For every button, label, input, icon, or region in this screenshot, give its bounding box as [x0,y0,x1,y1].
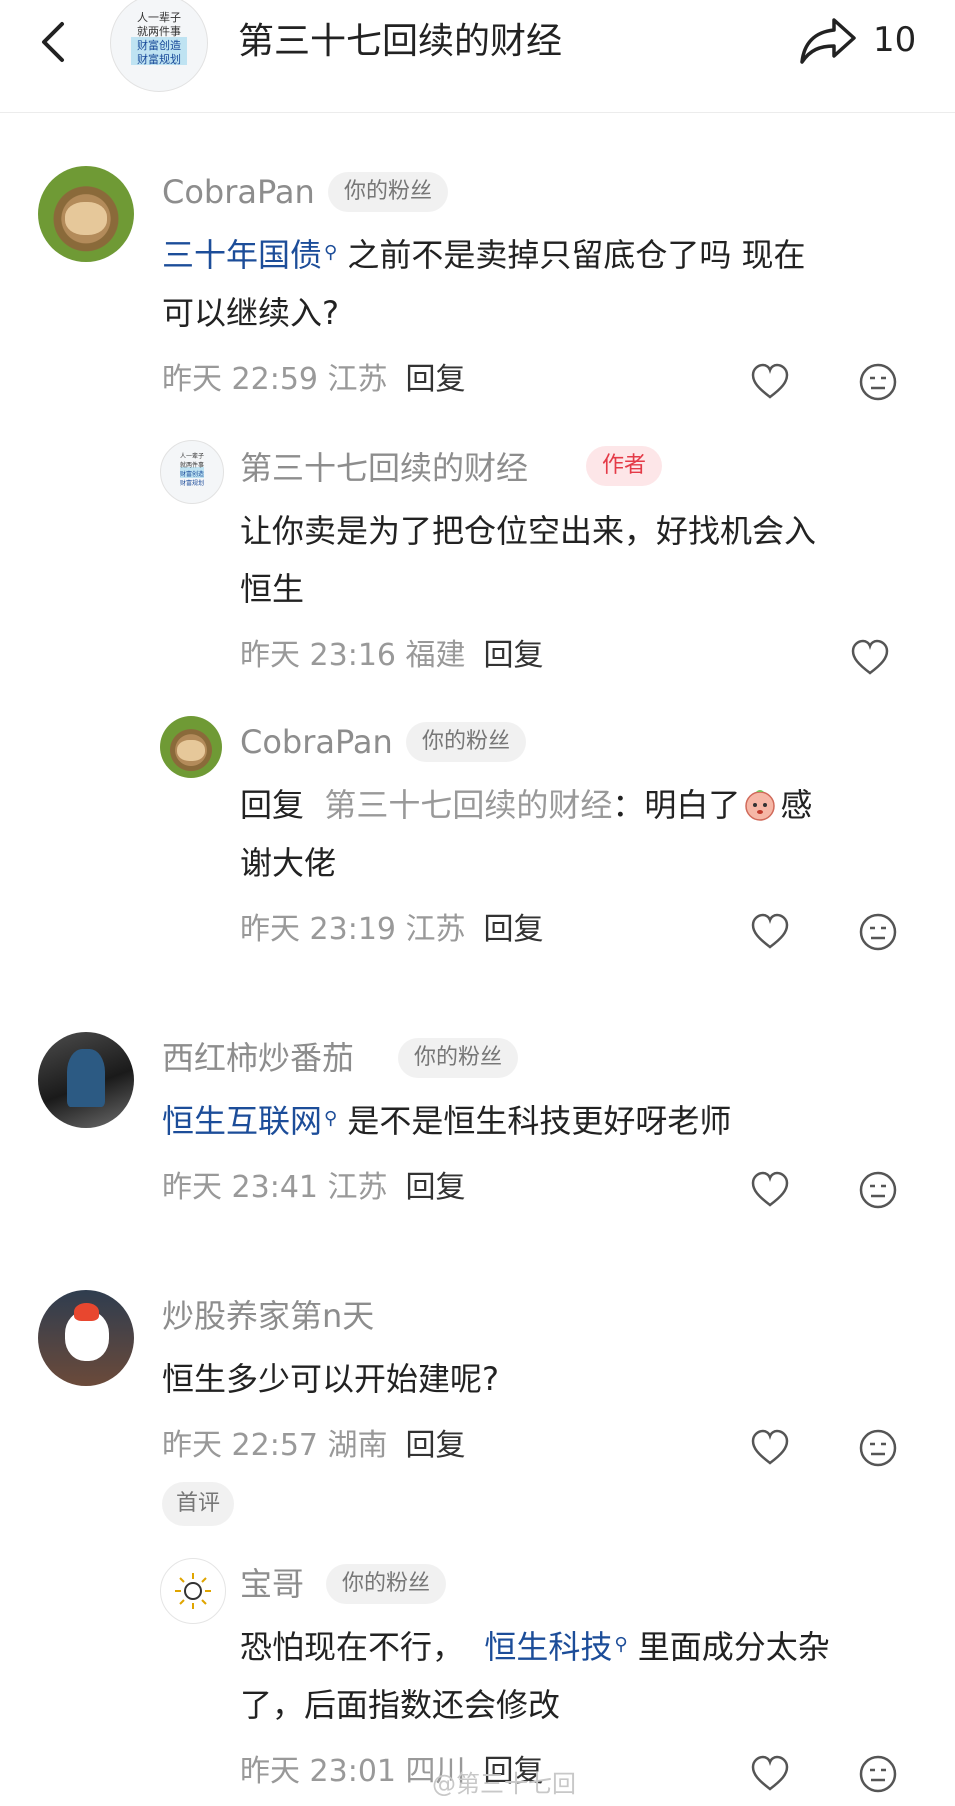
fan-badge: 你的粉丝 [326,1564,447,1604]
commenter-name[interactable]: 第三十七回续的财经 [240,446,528,490]
topic-link[interactable]: 三十年国债 ⚲ [162,236,337,274]
reply-text-line: 谢大佬 [240,844,337,882]
heart-icon[interactable] [850,638,890,678]
avatar-line: 财富规划 [179,480,204,487]
commenter-name[interactable]: CobraPan [240,720,393,764]
avatar[interactable] [38,1032,134,1128]
avatar-line: 就两件事 [137,25,181,38]
avatar-line: 人一辈子 [179,453,204,460]
reply-target-name[interactable]: 第三十七回续的财经 [324,786,612,824]
avatar-line: 人一辈子 [137,11,181,24]
reply-text-part: 里面成分太杂 [637,1628,830,1666]
avatar-face [64,202,108,236]
sun-icon [175,1573,211,1609]
comment-time: 昨天 23:19 江苏 [240,912,466,947]
topic-link[interactable]: 恒生互联网 ⚲ [162,1102,337,1140]
chevron-left-icon[interactable] [36,18,70,66]
avatar[interactable] [38,1290,134,1386]
dislike-face-icon[interactable] [858,362,898,402]
reply-button[interactable]: 回复 [484,912,544,947]
comment-text-part: 是不是恒生科技更好呀老师 [347,1102,732,1140]
avatar-face [177,739,205,761]
comment-meta: 昨天 22:59 江苏 回复 [162,358,466,402]
heart-icon[interactable] [750,1754,790,1794]
search-icon: ⚲ [324,1108,338,1129]
search-icon: ⚲ [324,242,338,263]
share-arrow-icon[interactable] [798,12,858,68]
commenter-name[interactable]: 西红柿炒番茄 [162,1036,354,1080]
reply-button[interactable]: 回复 [406,1428,466,1463]
reply-prefix: 回复 [240,786,305,824]
comment-time: 昨天 23:16 福建 [240,638,466,673]
fan-badge: 你的粉丝 [398,1038,519,1078]
reply-button[interactable]: 回复 [484,638,544,673]
reply-text-part: 恐怕现在不行， [240,1628,465,1666]
heart-icon[interactable] [750,1170,790,1210]
reply-text-line: 让你卖是为了把仓位空出来，好找机会入 [240,512,817,550]
author-badge: 作者 [586,446,663,486]
avatar[interactable] [160,716,222,778]
reply-button[interactable]: 回复 [406,1170,466,1205]
dislike-face-icon[interactable] [858,1754,898,1794]
reply-text-part: ：明白了 [612,786,741,824]
comment-text: 三十年国债 ⚲ 之前不是卖掉只留底仓了吗 现在 [162,226,806,284]
page-title: 第三十七回续的财经 [238,21,563,62]
reply-button[interactable]: 回复 [406,362,466,397]
avatar-figure [66,1049,106,1107]
author-avatar[interactable]: 人一辈子 就两件事 财富创造 财富规划 [160,440,224,504]
avatar-line: 财富创造 [137,39,181,52]
comment-meta: 昨天 23:41 江苏 回复 [162,1166,466,1210]
comment-time: 昨天 22:59 江苏 [162,362,388,397]
reply-text: 恐怕现在不行， 恒生科技 ⚲ 里面成分太杂 [240,1618,830,1676]
heart-icon[interactable] [750,362,790,402]
avatar[interactable] [160,1558,226,1624]
comment-meta: 昨天 22:57 湖南 回复 [162,1424,466,1468]
avatar[interactable] [38,166,134,262]
reply-text-line: 了，后面指数还会修改 [240,1686,561,1724]
peach-emoji-icon [745,790,776,821]
first-comment-tag: 首评 [162,1482,235,1526]
reply-text-part: 感 [780,786,813,824]
topic-link-label: 恒生互联网 [162,1102,323,1140]
reply-text-line: 恒生 [240,570,305,608]
avatar-hat [74,1303,100,1321]
avatar-line: 财富创造 [179,471,204,478]
heart-icon[interactable] [750,912,790,952]
comment-time: 昨天 22:57 湖南 [162,1428,388,1463]
comment-text-line: 可以继续入? [162,294,339,332]
commenter-name[interactable]: 宝哥 [240,1562,304,1606]
comment-meta: 昨天 23:19 江苏 回复 [240,908,544,952]
topic-link-label: 恒生科技 [484,1628,613,1666]
heart-icon[interactable] [750,1428,790,1468]
top-bar: 人一辈子 就两件事 财富创造 财富规划 第三十七回续的财经 10 [0,0,955,113]
topic-link-label: 三十年国债 [162,236,323,274]
watermark: @第三十七回 [432,1770,576,1798]
commenter-name[interactable]: CobraPan [162,170,315,214]
avatar-line: 就两件事 [179,462,204,469]
comment-text-part: 之前不是卖掉只留底仓了吗 现在 [347,236,806,274]
topic-link[interactable]: 恒生科技 ⚲ [484,1628,627,1666]
dislike-face-icon[interactable] [858,1428,898,1468]
dislike-face-icon[interactable] [858,1170,898,1210]
fan-badge: 你的粉丝 [328,172,449,212]
commenter-name[interactable]: 炒股养家第n天 [162,1294,374,1338]
comment-text: 恒生互联网 ⚲ 是不是恒生科技更好呀老师 [162,1092,731,1150]
avatar-line: 财富规划 [137,53,181,66]
comment-time: 昨天 23:41 江苏 [162,1170,388,1205]
search-icon: ⚲ [614,1634,628,1655]
dislike-face-icon[interactable] [858,912,898,952]
reply-text: 回复 第三十七回续的财经：明白了 感 [240,776,812,834]
author-avatar[interactable]: 人一辈子 就两件事 财富创造 财富规划 [110,0,208,92]
share-count: 10 [873,20,917,60]
comment-meta: 昨天 23:16 福建 回复 [240,634,544,678]
fan-badge: 你的粉丝 [406,722,527,762]
comment-text: 恒生多少可以开始建呢? [162,1360,499,1398]
